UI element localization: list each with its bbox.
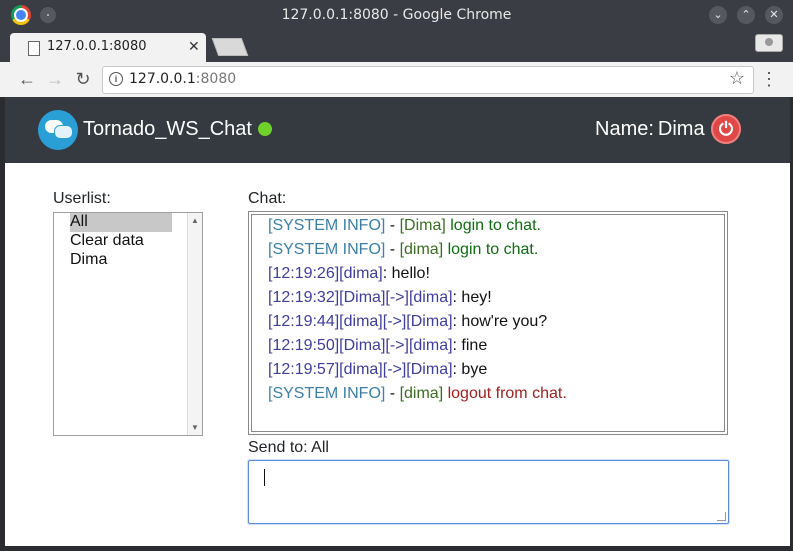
tab-title: 127.0.0.1:8080 xyxy=(47,39,147,54)
userlist-label: Userlist: xyxy=(53,190,111,207)
tab-close-icon[interactable]: ✕ xyxy=(188,38,200,55)
chat-message: [12:19:44][dima][->][Dima]: how're you? xyxy=(268,313,548,330)
tab-strip: 127.0.0.1:8080 ✕ xyxy=(0,30,793,62)
back-button[interactable]: ← xyxy=(16,68,38,90)
chat-log[interactable]: [SYSTEM INFO] - [Dima] login to chat. [S… xyxy=(248,211,728,435)
userlist-option-clear-data[interactable]: Clear data xyxy=(70,232,172,251)
minimize-button[interactable]: ⌄ xyxy=(709,6,727,24)
window-titlebar: 127.0.0.1:8080 - Google Chrome ⌄ ⌃ ✕ xyxy=(0,0,793,30)
chat-label: Chat: xyxy=(248,190,287,207)
close-window-button[interactable]: ✕ xyxy=(765,6,783,24)
chat-message: [12:19:32][Dima][->][dima]: hey! xyxy=(268,289,492,306)
user-name-display: Name: Dima xyxy=(595,118,705,141)
profile-icon[interactable] xyxy=(755,34,783,52)
text-caret xyxy=(264,469,265,486)
reload-button[interactable]: ↻ xyxy=(72,68,94,90)
address-bar[interactable]: i 127.0.0.1:8080 ☆ xyxy=(102,66,754,94)
userlist-select[interactable]: All Clear data Dima ▲ ▼ xyxy=(53,212,203,436)
browser-tab[interactable]: 127.0.0.1:8080 ✕ xyxy=(10,33,206,62)
chat-message: [SYSTEM INFO] - [Dima] login to chat. xyxy=(268,217,541,234)
new-tab-button[interactable] xyxy=(211,38,249,56)
chat-message: [SYSTEM INFO] - [dima] logout from chat. xyxy=(268,385,567,402)
site-info-icon[interactable]: i xyxy=(109,72,123,86)
page-viewport: Tornado_WS_Chat Name: Dima ⏻ Userlist: Al… xyxy=(5,97,790,546)
app-navbar: Tornado_WS_Chat Name: Dima ⏻ xyxy=(5,97,790,163)
url-text[interactable]: 127.0.0.1:8080 xyxy=(129,71,236,87)
url-host: 127.0.0.1 xyxy=(129,71,196,87)
app-brand: Tornado_WS_Chat xyxy=(83,118,252,140)
userlist-scrollbar[interactable]: ▲ ▼ xyxy=(187,213,202,435)
chat-message: [12:19:57][dima][->][Dima]: bye xyxy=(268,361,488,378)
message-input[interactable] xyxy=(248,460,729,524)
bookmark-star-icon[interactable]: ☆ xyxy=(729,68,745,89)
window-title: 127.0.0.1:8080 - Google Chrome xyxy=(281,7,512,23)
chat-log-inner: [SYSTEM INFO] - [Dima] login to chat. [S… xyxy=(251,214,725,432)
browser-menu-icon[interactable]: ⋮ xyxy=(760,68,778,90)
chat-bubbles-icon xyxy=(38,110,78,150)
scroll-down-icon[interactable]: ▼ xyxy=(191,423,199,432)
scroll-up-icon[interactable]: ▲ xyxy=(191,216,199,225)
user-name-value: Dima xyxy=(657,118,705,140)
resize-grip-icon[interactable] xyxy=(717,512,726,521)
connection-status-icon xyxy=(258,122,272,136)
chat-message: [12:19:26][dima]: hello! xyxy=(268,265,430,282)
chat-message: [12:19:50][Dima][->][dima]: fine xyxy=(268,337,488,354)
chat-message: [SYSTEM INFO] - [dima] login to chat. xyxy=(268,241,539,258)
userlist-option-dima[interactable]: Dima xyxy=(70,251,172,270)
page-favicon-icon xyxy=(28,41,40,56)
logout-power-button[interactable]: ⏻ xyxy=(711,114,741,144)
user-name-label: Name: xyxy=(595,118,654,140)
userlist-option-all[interactable]: All xyxy=(70,213,172,232)
maximize-button[interactable]: ⌃ xyxy=(737,6,755,24)
send-to-label: Send to: All xyxy=(248,439,329,456)
forward-button[interactable]: → xyxy=(44,68,66,90)
url-port: :8080 xyxy=(195,71,237,87)
browser-toolbar: ← → ↻ i 127.0.0.1:8080 ☆ ⋮ xyxy=(0,62,793,97)
